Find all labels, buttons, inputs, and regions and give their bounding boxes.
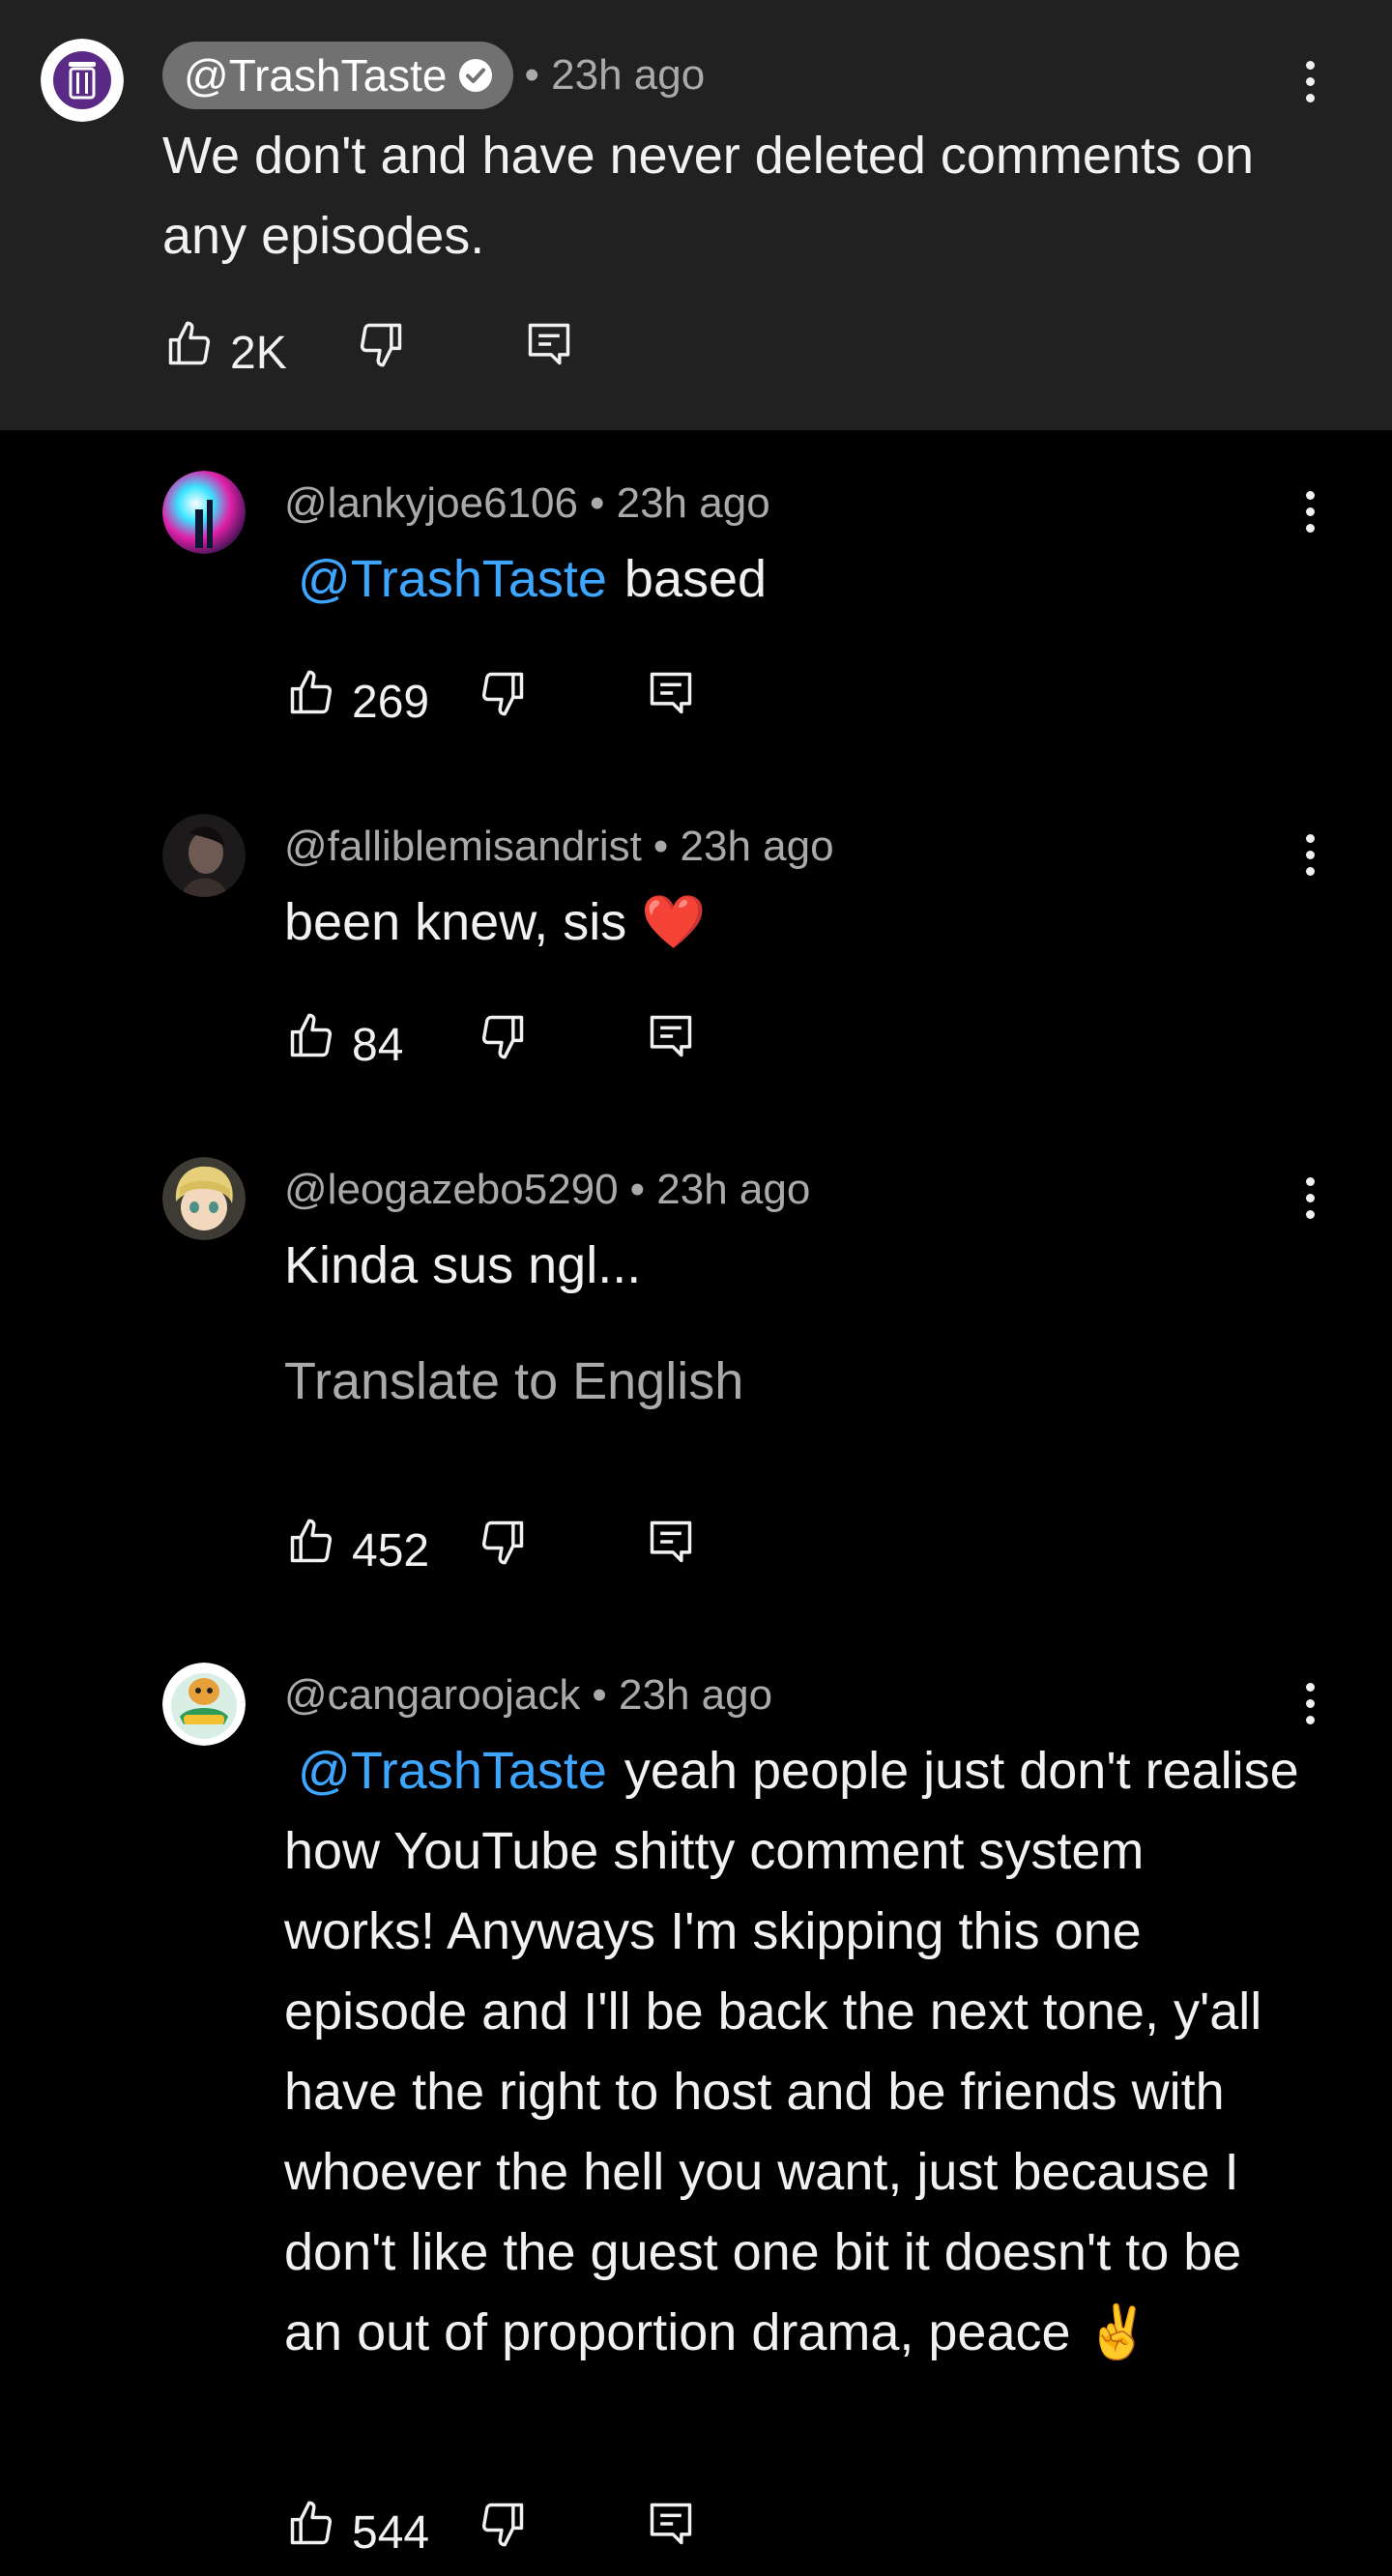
avatar[interactable]: [162, 1157, 246, 1240]
comment-actions: 544: [286, 2499, 711, 2566]
more-vert-icon[interactable]: [1300, 826, 1320, 884]
reply-icon[interactable]: [646, 2499, 696, 2549]
translate-button[interactable]: Translate to English: [284, 1351, 743, 1411]
comment-actions: 84: [286, 1011, 711, 1079]
comment-meta: @leogazebo5290 • 23h ago: [284, 1166, 810, 1214]
thumb-up-icon[interactable]: [286, 2499, 336, 2549]
comment-author[interactable]: @falliblemisandrist: [284, 823, 642, 871]
comment-author[interactable]: @lankyjoe6106: [284, 479, 578, 528]
thumb-up-icon[interactable]: [286, 668, 336, 718]
more-vert-icon[interactable]: [1300, 483, 1320, 541]
comment-time: • 23h ago: [592, 1671, 773, 1719]
comment-text: @TrashTaste yeah people just don't realis…: [284, 1731, 1309, 2373]
reply-icon[interactable]: [646, 668, 696, 718]
comment-time: • 23h ago: [652, 823, 834, 870]
comment-time: • 23h ago: [524, 51, 706, 99]
avatar[interactable]: [162, 814, 246, 897]
like-count: 269: [352, 677, 430, 728]
comment-body: based: [624, 550, 768, 608]
comment-meta: @lankyjoe6106 • 23h ago: [284, 479, 770, 528]
pinned-meta: @TrashTaste • 23h ago: [162, 42, 705, 109]
comment-author[interactable]: @cangaroojack: [284, 1671, 580, 1720]
channel-name: @TrashTaste: [184, 50, 448, 101]
thumb-up-icon[interactable]: [164, 319, 215, 369]
comment-meta: @cangaroojack • 23h ago: [284, 1671, 772, 1720]
more-vert-icon[interactable]: [1300, 1170, 1320, 1228]
comment-text: Kinda sus ngl...: [284, 1236, 642, 1294]
reply-icon[interactable]: [524, 319, 574, 369]
thumb-down-icon[interactable]: [356, 319, 406, 369]
avatar[interactable]: [162, 1663, 246, 1746]
like-count: 2K: [230, 328, 287, 379]
thumb-up-icon[interactable]: [286, 1011, 336, 1061]
comment-text: been knew, sis ❤️: [284, 893, 707, 951]
comment-body: yeah people just don't realise how YouTu…: [284, 1742, 1299, 2361]
comment-actions: 269: [286, 668, 711, 736]
comment-text: @TrashTaste based: [284, 539, 1328, 620]
like-count: 452: [352, 1525, 430, 1577]
comment-actions: 2K: [164, 319, 590, 387]
reply-icon[interactable]: [646, 1517, 696, 1567]
thumb-down-icon[interactable]: [478, 1011, 528, 1061]
reply-icon[interactable]: [646, 1011, 696, 1061]
comment-actions: 452: [286, 1517, 711, 1584]
avatar[interactable]: [162, 471, 246, 554]
thumb-down-icon[interactable]: [478, 1517, 528, 1567]
trashtaste-avatar[interactable]: [41, 39, 124, 122]
more-vert-icon[interactable]: [1300, 53, 1320, 111]
like-count: 84: [352, 1020, 404, 1071]
comment-meta: @falliblemisandrist • 23h ago: [284, 823, 834, 871]
comment-time: • 23h ago: [629, 1166, 811, 1213]
like-count: 544: [352, 2507, 430, 2559]
comment-time: • 23h ago: [589, 479, 770, 527]
thumb-down-icon[interactable]: [478, 668, 528, 718]
more-vert-icon[interactable]: [1300, 1675, 1320, 1733]
comment-author[interactable]: @leogazebo5290: [284, 1166, 619, 1214]
channel-owner-chip[interactable]: @TrashTaste: [162, 42, 513, 109]
thumb-down-icon[interactable]: [478, 2499, 528, 2549]
mention-link[interactable]: @TrashTaste: [298, 1742, 607, 1800]
mention-link[interactable]: @TrashTaste: [298, 550, 607, 608]
verified-check-icon: [458, 59, 492, 92]
pinned-comment: @TrashTaste • 23h ago We don't and have …: [0, 0, 1392, 430]
comment-text: We don't and have never deleted comments…: [162, 127, 1255, 265]
thumb-up-icon[interactable]: [286, 1517, 336, 1567]
